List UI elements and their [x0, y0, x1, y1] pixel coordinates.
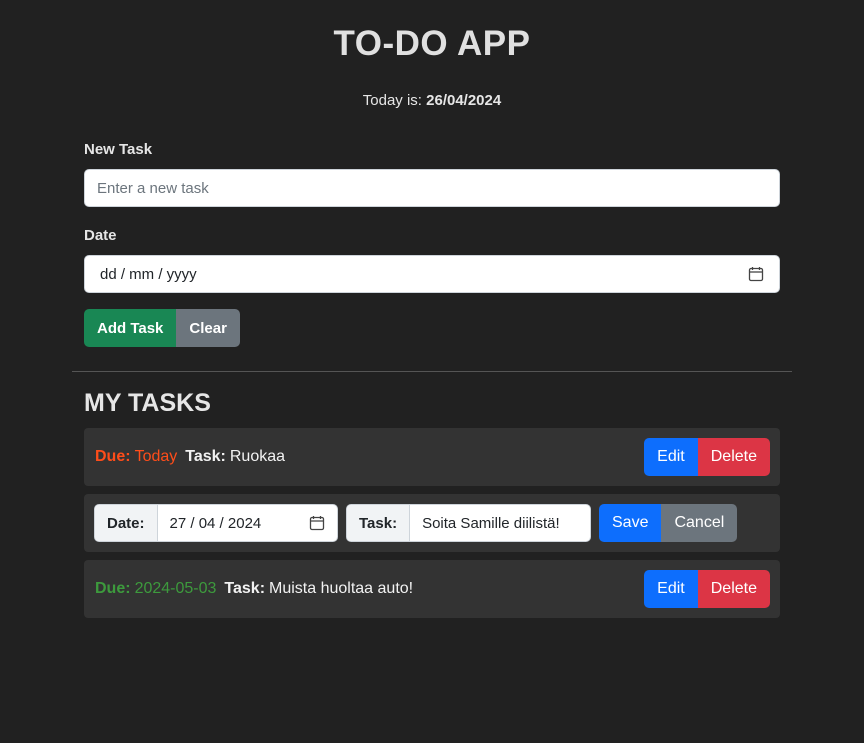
task-text: Muista huoltaa auto! [269, 580, 414, 597]
tasks-section-title: MY TASKS [84, 389, 211, 417]
date-label: Date [84, 227, 117, 244]
app-title: TO-DO APP [333, 24, 531, 63]
date-input[interactable]: dd / mm / yyyy [84, 255, 780, 293]
edit-task-label: Task: [347, 505, 411, 541]
task-info: Due: Today Task: Ruokaa [95, 428, 285, 486]
calendar-icon[interactable] [748, 266, 764, 282]
today-line: Today is: 26/04/2024 [0, 92, 864, 109]
edit-date-value: 27 / 04 / 2024 [169, 514, 262, 532]
clear-button[interactable]: Clear [176, 309, 240, 347]
today-prefix: Today is: [362, 92, 422, 109]
edit-date-label: Date: [95, 505, 158, 541]
due-value: Today [134, 448, 178, 465]
delete-button[interactable]: Delete [697, 570, 770, 608]
task-label: Task: [224, 580, 266, 597]
task-text: Ruokaa [229, 448, 286, 465]
task-row: Due: Today Task: Ruokaa Edit Delete [84, 428, 780, 486]
add-task-button[interactable]: Add Task [84, 309, 177, 347]
delete-button[interactable]: Delete [697, 438, 770, 476]
divider [72, 371, 792, 372]
edit-date-group: Date: 27 / 04 / 2024 [94, 504, 338, 542]
edit-date-input[interactable]: 27 / 04 / 2024 [158, 505, 337, 541]
new-task-label: New Task [84, 141, 153, 158]
edit-button[interactable]: Edit [644, 570, 698, 608]
edit-button[interactable]: Edit [644, 438, 698, 476]
form-actions: Add Task Clear [84, 309, 240, 347]
task-label: Task: [185, 448, 226, 465]
due-value: 2024-05-03 [134, 580, 217, 597]
edit-task-input[interactable]: Soita Samille diilistä! [410, 505, 590, 541]
calendar-icon[interactable] [309, 515, 325, 531]
today-date: 26/04/2024 [426, 92, 502, 109]
due-label: Due: [95, 448, 131, 465]
task-row: Due: 2024-05-03 Task: Muista huoltaa aut… [84, 560, 780, 618]
cancel-button[interactable]: Cancel [661, 504, 738, 542]
save-button[interactable]: Save [599, 504, 662, 542]
edit-task-value: Soita Samille diilistä! [422, 514, 560, 532]
edit-task-group: Task: Soita Samille diilistä! [346, 504, 591, 542]
new-task-input[interactable] [84, 169, 780, 207]
task-actions: Edit Delete [644, 570, 770, 608]
task-info: Due: 2024-05-03 Task: Muista huoltaa aut… [95, 560, 413, 618]
date-input-value: dd / mm / yyyy [100, 265, 197, 283]
task-actions: Edit Delete [644, 438, 770, 476]
edit-actions: Save Cancel [599, 504, 738, 542]
due-label: Due: [95, 580, 131, 597]
task-row-editing: Date: 27 / 04 / 2024 Task: Soita Samille… [84, 494, 780, 552]
